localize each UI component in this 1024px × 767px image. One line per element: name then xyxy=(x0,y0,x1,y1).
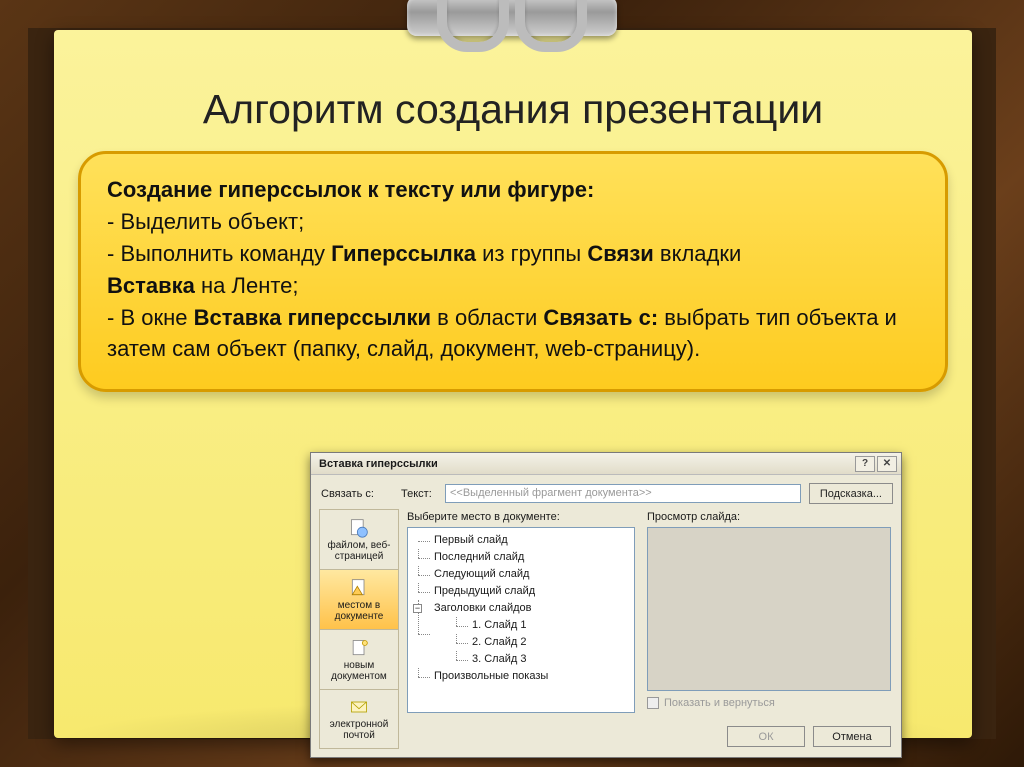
document-place-icon xyxy=(348,578,370,598)
cancel-button[interactable]: Отмена xyxy=(813,726,891,747)
instruction-heading: Создание гиперссылок к тексту или фигуре… xyxy=(107,177,594,202)
tree-item[interactable]: Предыдущий слайд xyxy=(434,585,535,597)
tree-item[interactable]: Первый слайд xyxy=(434,534,508,546)
screentip-button[interactable]: Подсказка... xyxy=(809,483,893,504)
display-text-input[interactable]: <<Выделенный фрагмент документа>> xyxy=(445,484,801,503)
new-document-icon xyxy=(348,638,370,658)
tree-item[interactable]: Произвольные показы xyxy=(434,670,548,682)
checkbox-disabled xyxy=(647,697,659,709)
place-in-doc-label: Выберите место в документе: xyxy=(407,511,635,523)
instruction-step: Вставка на Ленте; xyxy=(107,270,919,302)
ok-button[interactable]: ОК xyxy=(727,726,805,747)
email-icon xyxy=(348,697,370,717)
sticky-slide: Алгоритм создания презентации Создание г… xyxy=(54,30,972,738)
linkto-file[interactable]: файлом, веб-страницей xyxy=(319,509,399,569)
page-globe-icon xyxy=(348,518,370,538)
close-icon[interactable]: ✕ xyxy=(877,456,897,472)
linkto-newdoc[interactable]: новым документом xyxy=(319,629,399,689)
instruction-box: Создание гиперссылок к тексту или фигуре… xyxy=(78,151,948,392)
help-icon[interactable]: ? xyxy=(855,456,875,472)
text-label: Текст: xyxy=(401,488,437,500)
instruction-step: - Выполнить команду Гиперссылка из групп… xyxy=(107,238,919,270)
insert-hyperlink-dialog: Вставка гиперссылки ? ✕ Связать с: Текст… xyxy=(310,452,902,758)
collapse-icon[interactable]: − xyxy=(413,604,422,613)
tree-item[interactable]: Заголовки слайдов xyxy=(434,602,532,614)
tree-item[interactable]: 2. Слайд 2 xyxy=(472,636,526,648)
tree-item[interactable]: Следующий слайд xyxy=(434,568,529,580)
linkto-email[interactable]: электронной почтой xyxy=(319,689,399,749)
tree-item[interactable]: Последний слайд xyxy=(434,551,524,563)
link-to-column: файлом, веб-страницей местом в документе… xyxy=(319,509,399,749)
tree-item[interactable]: 1. Слайд 1 xyxy=(472,619,526,631)
dialog-titlebar: Вставка гиперссылки ? ✕ xyxy=(311,453,901,475)
dialog-title: Вставка гиперссылки xyxy=(319,458,438,470)
tree-item[interactable]: 3. Слайд 3 xyxy=(472,653,526,665)
slide-title: Алгоритм создания презентации xyxy=(54,86,972,133)
slide-preview xyxy=(647,527,891,691)
link-to-label: Связать с: xyxy=(321,488,393,500)
linkto-place[interactable]: местом в документе xyxy=(319,569,399,629)
instruction-step: - В окне Вставка гиперссылки в области С… xyxy=(107,302,919,366)
preview-label: Просмотр слайда: xyxy=(647,511,891,523)
document-tree[interactable]: Первый слайд Последний слайд Следующий с… xyxy=(407,527,635,713)
show-and-return: Показать и вернуться xyxy=(647,697,891,709)
instruction-step: - Выделить объект; xyxy=(107,206,919,238)
